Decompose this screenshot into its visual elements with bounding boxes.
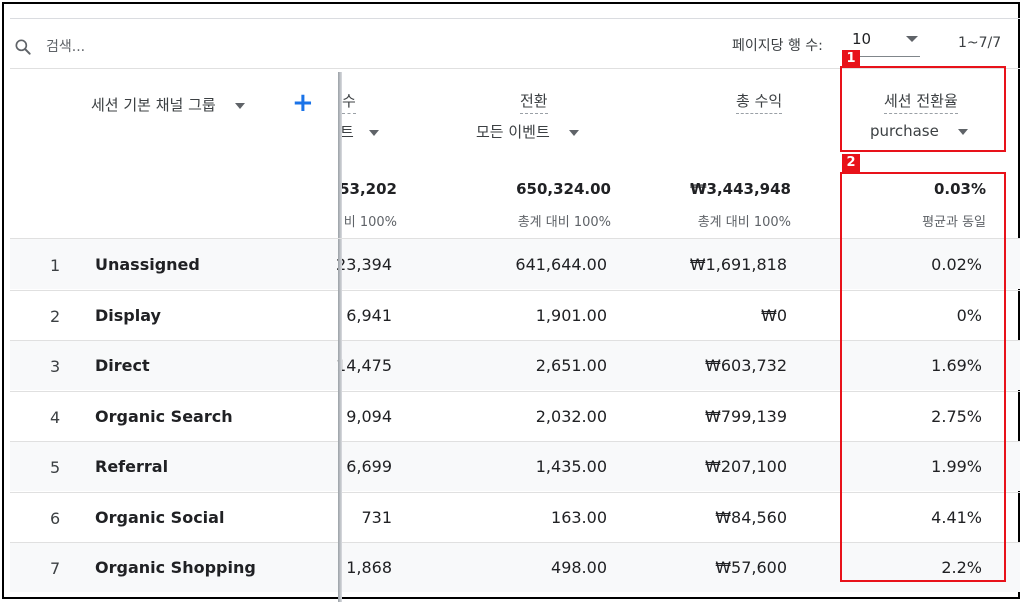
chevron-down-icon bbox=[234, 102, 245, 109]
users-value: 23,394 bbox=[336, 255, 392, 274]
channel-name[interactable]: Display bbox=[95, 306, 161, 325]
conversions-value: 498.00 bbox=[551, 558, 607, 577]
conversions-value: 1,901.00 bbox=[535, 305, 607, 325]
conversions-value: 641,644.00 bbox=[515, 255, 607, 274]
revenue-value: ₩603,732 bbox=[705, 356, 787, 375]
chevron-down-icon bbox=[906, 36, 918, 42]
conversions-value: 2,651.00 bbox=[535, 356, 607, 375]
revenue-value: ₩57,600 bbox=[715, 558, 787, 577]
pagination-range: 1~7/7 bbox=[958, 35, 1002, 51]
row-index: 1 bbox=[50, 256, 61, 275]
channel-name[interactable]: Organic Search bbox=[95, 407, 233, 426]
search-icon[interactable] bbox=[13, 37, 33, 57]
row-index: 5 bbox=[50, 458, 61, 477]
add-dimension-button[interactable]: + bbox=[292, 88, 314, 118]
rows-per-page-label: 페이지당 행 수: bbox=[732, 38, 823, 54]
col-users-subtitle-text: 트 bbox=[342, 123, 354, 141]
event-selector-value: 모든 이벤트 bbox=[476, 123, 550, 141]
col-users-subtitle[interactable]: 트 bbox=[342, 121, 379, 142]
rows-per-page-value: 10 bbox=[852, 30, 872, 48]
annotation-box-2 bbox=[840, 172, 1006, 582]
rows-per-page-select[interactable]: 10 bbox=[852, 30, 920, 57]
users-value: 6,941 bbox=[346, 305, 392, 325]
users-value: 14,475 bbox=[336, 356, 392, 375]
channel-name[interactable]: Organic Shopping bbox=[95, 558, 256, 577]
row-index: 6 bbox=[50, 508, 61, 528]
channel-name[interactable]: Organic Social bbox=[95, 508, 224, 527]
revenue-value: ₩1,691,818 bbox=[689, 255, 787, 274]
conversions-value: 163.00 bbox=[551, 507, 607, 527]
annotation-label-1: 1 bbox=[842, 50, 860, 68]
total-revenue-share: 총계 대비 100% bbox=[697, 215, 791, 230]
total-revenue: ₩3,443,948 bbox=[689, 180, 791, 198]
chevron-down-icon bbox=[568, 129, 579, 136]
users-value: 9,094 bbox=[346, 406, 392, 426]
dimension-selector[interactable]: 세션 기본 채널 그룹 bbox=[91, 94, 245, 115]
channel-name[interactable]: Direct bbox=[95, 356, 150, 375]
row-index: 4 bbox=[50, 407, 61, 427]
event-selector[interactable]: 모든 이벤트 bbox=[476, 121, 579, 142]
revenue-value: ₩84,560 bbox=[715, 507, 787, 527]
total-users-share: 비 100% bbox=[343, 215, 397, 230]
channel-name[interactable]: Unassigned bbox=[95, 255, 200, 274]
users-value: 6,699 bbox=[346, 457, 392, 476]
row-index: 2 bbox=[50, 306, 61, 326]
revenue-value: ₩799,139 bbox=[705, 406, 787, 426]
total-conversions-share: 총계 대비 100% bbox=[517, 215, 611, 230]
revenue-value: ₩0 bbox=[761, 305, 787, 325]
report-table-panel: 검색... 페이지당 행 수: 10 1~7/7 세션 기본 채널 그룹 + 수… bbox=[2, 2, 1020, 602]
channel-name[interactable]: Referral bbox=[95, 457, 168, 476]
search-input[interactable]: 검색... bbox=[46, 36, 85, 56]
annotation-box-1 bbox=[840, 66, 1006, 152]
col-total-revenue-title[interactable]: 총 수익 bbox=[736, 90, 783, 114]
users-value: 731 bbox=[361, 507, 392, 527]
dimension-label: 세션 기본 채널 그룹 bbox=[91, 96, 216, 114]
conversions-value: 1,435.00 bbox=[535, 457, 607, 476]
total-users: 53,202 bbox=[342, 180, 397, 198]
row-index: 3 bbox=[50, 357, 61, 376]
users-value: 1,868 bbox=[346, 558, 392, 577]
chevron-down-icon bbox=[368, 129, 379, 136]
row-index: 7 bbox=[50, 559, 61, 578]
sticky-column-divider-body bbox=[338, 239, 342, 597]
total-conversions: 650,324.00 bbox=[516, 180, 611, 198]
top-divider bbox=[10, 18, 1020, 19]
col-users-title[interactable]: 수 bbox=[342, 90, 356, 114]
revenue-value: ₩207,100 bbox=[705, 457, 787, 476]
col-conversions-title[interactable]: 전환 bbox=[520, 90, 548, 114]
annotation-label-2: 2 bbox=[842, 154, 860, 172]
conversions-value: 2,032.00 bbox=[535, 406, 607, 426]
